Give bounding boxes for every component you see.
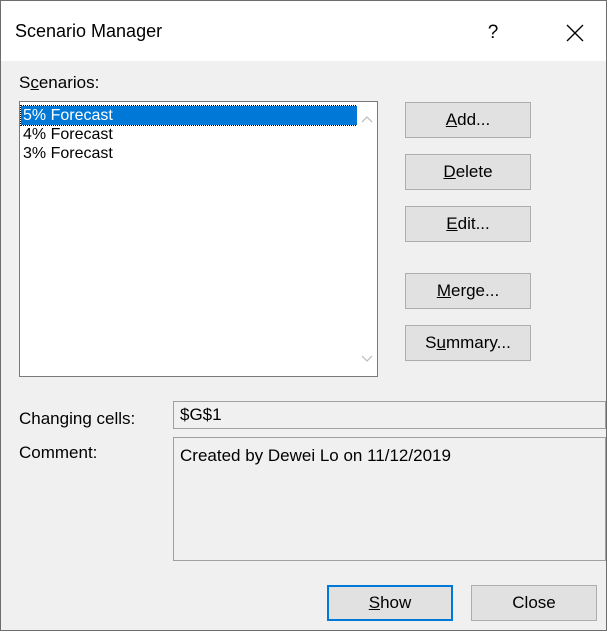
scenarios-label: Scenarios: — [19, 73, 100, 92]
scroll-down-button[interactable] — [360, 352, 374, 366]
show-button-label: Show — [368, 593, 412, 612]
list-item-4-forecast[interactable]: 4% Forecast — [21, 125, 357, 144]
show-button[interactable]: Show — [327, 585, 453, 621]
add-button-label: Add... — [445, 110, 491, 129]
edit-button[interactable]: Edit... — [405, 206, 531, 242]
scenarios-list: 5% Forecast 4% Forecast 3% Forecast — [20, 105, 358, 163]
merge-button[interactable]: Merge... — [405, 273, 531, 309]
chevron-down-icon — [361, 355, 373, 362]
scenarios-listbox[interactable]: 5% Forecast 4% Forecast 3% Forecast — [19, 101, 378, 377]
edit-button-label: Edit... — [446, 214, 490, 233]
add-button[interactable]: Add... — [405, 102, 531, 138]
chevron-up-icon — [361, 116, 373, 123]
delete-button-label: Delete — [443, 162, 493, 181]
summary-button[interactable]: Summary... — [405, 325, 531, 361]
comment-label: Comment: — [19, 443, 98, 462]
changing-cells-label: Changing cells: — [19, 409, 136, 428]
list-scrollbar[interactable] — [357, 102, 377, 376]
comment-field: Created by Dewei Lo on 11/12/2019 — [173, 437, 606, 561]
merge-button-label: Merge... — [436, 281, 500, 300]
scroll-up-button[interactable] — [360, 112, 374, 126]
delete-button[interactable]: Delete — [405, 154, 531, 190]
title-bar: Scenario Manager ? — [1, 1, 606, 61]
dialog-title: Scenario Manager — [15, 21, 163, 41]
close-button[interactable]: Close — [471, 585, 597, 621]
changing-cells-field: $G$1 — [173, 401, 606, 429]
close-window-button[interactable] — [553, 15, 597, 51]
scenario-manager-dialog: Scenario Manager ? Scenarios: 5% Forecas… — [0, 0, 607, 631]
close-icon — [566, 24, 584, 42]
list-item-5-forecast[interactable]: 5% Forecast — [20, 105, 358, 126]
list-item-3-forecast[interactable]: 3% Forecast — [21, 144, 357, 163]
help-button[interactable]: ? — [471, 15, 515, 51]
summary-button-label: Summary... — [425, 333, 511, 352]
